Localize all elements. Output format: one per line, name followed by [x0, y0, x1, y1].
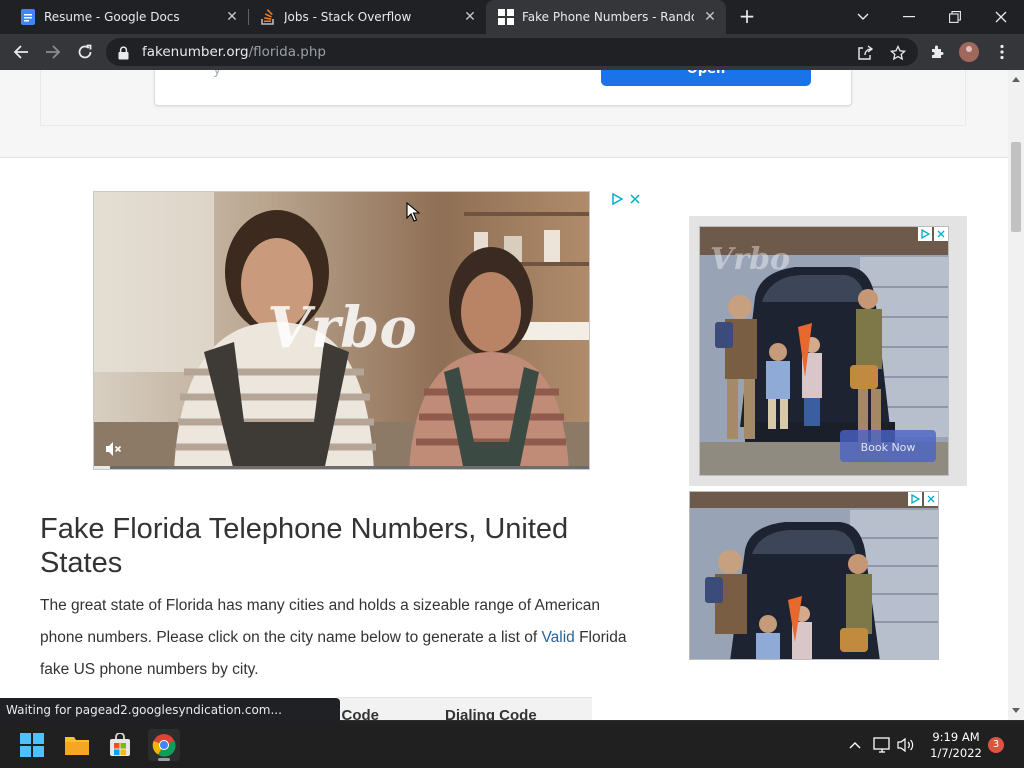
reload-button[interactable] — [72, 39, 98, 65]
url-path: /florida.php — [248, 44, 327, 60]
adchoices-icon[interactable] — [610, 192, 624, 206]
top-ad-faded-text: y — [213, 70, 222, 78]
valid-link[interactable]: Valid — [541, 629, 574, 646]
network-icon[interactable] — [873, 736, 891, 754]
close-ad-icon[interactable] — [934, 227, 948, 241]
city-table-header: Area Code Dialing Code — [304, 697, 592, 720]
extensions-puzzle-icon[interactable] — [924, 39, 950, 65]
stack-overflow-icon — [260, 9, 276, 25]
lock-icon[interactable] — [118, 45, 129, 64]
close-tab-icon[interactable]: ✕ — [224, 9, 240, 25]
side-ad-bottom[interactable] — [689, 491, 939, 660]
top-ad-area: y Open — [0, 70, 1008, 158]
tab-search-icon[interactable] — [850, 4, 876, 30]
address-bar[interactable]: fakenumber.org/florida.php — [106, 38, 918, 66]
ad-open-button[interactable]: Open — [601, 70, 811, 86]
new-tab-button[interactable]: + — [736, 6, 758, 28]
muted-speaker-icon[interactable] — [104, 440, 122, 458]
back-button[interactable] — [8, 39, 34, 65]
top-ad-card[interactable]: y Open — [154, 70, 852, 106]
menu-kebab-icon[interactable] — [989, 39, 1015, 65]
ad-badge — [908, 492, 938, 506]
mouse-cursor-icon — [406, 201, 421, 226]
tab-strip: Resume - Google Docs ✕ Jobs - Stack Over… — [0, 0, 1024, 34]
adchoices-icon[interactable] — [908, 492, 922, 506]
status-bubble: Waiting for pagead2.googlesyndication.co… — [0, 698, 340, 722]
share-icon[interactable] — [856, 44, 874, 62]
video-ad-scene: Vrbo — [94, 192, 589, 469]
close-tab-icon[interactable]: ✕ — [462, 9, 478, 25]
side-ad-image: Vrbo Book Now — [699, 226, 949, 476]
notification-count-badge[interactable]: 3 — [988, 737, 1004, 753]
chrome-taskbar-icon[interactable] — [148, 729, 180, 761]
microsoft-store-icon[interactable] — [104, 729, 136, 761]
tab-stack-overflow[interactable]: Jobs - Stack Overflow ✕ — [248, 0, 486, 34]
page-viewport: y Open — [0, 70, 1008, 720]
family-car-illustration: Vrbo Book Now — [700, 227, 948, 475]
intro-text: The great state of Florida has many citi… — [40, 597, 601, 646]
tab-title: Jobs - Stack Overflow — [284, 10, 412, 24]
video-ad-brand: Vrbo — [267, 295, 416, 361]
clock-time: 9:19 AM — [932, 730, 980, 744]
show-hidden-icons-chevron-icon[interactable] — [846, 736, 864, 754]
adchoices-icon[interactable] — [918, 227, 932, 241]
browser-toolbar: fakenumber.org/florida.php — [0, 34, 1024, 70]
volume-icon[interactable] — [897, 736, 915, 754]
forward-button[interactable] — [40, 39, 66, 65]
windows-taskbar: 9:19 AM 1/7/2022 3 — [0, 720, 1024, 768]
intro-paragraph: The great state of Florida has many citi… — [40, 590, 640, 686]
side-ad-top[interactable]: Vrbo Book Now — [689, 216, 967, 486]
url-host: fakenumber.org — [142, 44, 249, 60]
tab-title: Resume - Google Docs — [44, 10, 180, 24]
profile-avatar[interactable] — [959, 42, 979, 62]
side-ad-brand: Vrbo — [710, 242, 790, 277]
scrollbar-thumb[interactable] — [1011, 142, 1021, 232]
close-tab-icon[interactable]: ✕ — [702, 9, 718, 25]
system-clock[interactable]: 9:19 AM 1/7/2022 — [920, 729, 992, 761]
tab-google-docs[interactable]: Resume - Google Docs ✕ — [8, 0, 248, 34]
tab-fake-phone-numbers[interactable]: Fake Phone Numbers - Random ✕ — [486, 0, 726, 34]
clock-date: 1/7/2022 — [930, 746, 982, 760]
page-title: Fake Florida Telephone Numbers, United S… — [40, 513, 569, 579]
bookmark-star-icon[interactable] — [889, 44, 907, 62]
file-explorer-icon[interactable] — [61, 729, 93, 761]
scroll-down-arrow-icon[interactable] — [1008, 704, 1024, 718]
minimize-icon[interactable] — [896, 4, 922, 30]
close-ad-icon[interactable] — [628, 192, 642, 206]
url-text: fakenumber.org/florida.php — [142, 44, 326, 60]
book-now-button[interactable]: Book Now — [861, 441, 916, 454]
video-ad-controls — [610, 192, 642, 206]
column-header-dialing-code[interactable]: Dialing Code — [445, 707, 537, 720]
windows-start-icon[interactable] — [16, 729, 48, 761]
close-ad-icon[interactable] — [924, 492, 938, 506]
close-window-icon[interactable] — [988, 4, 1014, 30]
video-ad[interactable]: Vrbo — [93, 191, 590, 470]
family-car-illustration — [690, 492, 938, 659]
page-scrollbar[interactable] — [1008, 70, 1024, 720]
google-docs-icon — [20, 9, 36, 25]
ad-badge — [918, 227, 948, 241]
scroll-up-arrow-icon[interactable] — [1008, 72, 1024, 86]
fakenumber-icon — [498, 9, 514, 25]
restore-icon[interactable] — [942, 4, 968, 30]
tab-title: Fake Phone Numbers - Random — [522, 10, 694, 24]
